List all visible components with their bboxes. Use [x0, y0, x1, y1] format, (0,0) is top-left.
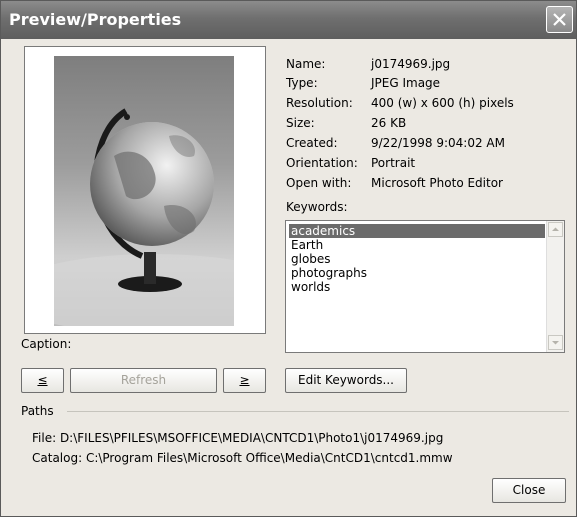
file-path: File: D:\FILES\PFILES\MSOFFICE\MEDIA\CNT… [32, 431, 444, 445]
previous-button[interactable]: ≤ [21, 368, 64, 393]
type-value: JPEG Image [371, 76, 441, 90]
next-button-label: ≥ [239, 373, 250, 387]
name-value: j0174969.jpg [371, 57, 451, 71]
orientation-value: Portrait [371, 156, 416, 170]
close-button[interactable]: Close [492, 478, 566, 503]
resolution-label: Resolution: [286, 96, 353, 110]
preview-image [54, 56, 234, 326]
caption-label: Caption: [21, 337, 72, 351]
title-bar: Preview/Properties [1, 1, 576, 39]
open-with-value: Microsoft Photo Editor [371, 176, 503, 190]
keywords-scrollbar[interactable] [546, 221, 564, 352]
paths-group-label: Paths [21, 404, 54, 418]
name-label: Name: [286, 57, 326, 71]
open-with-label: Open with: [286, 176, 352, 190]
next-button[interactable]: ≥ [223, 368, 266, 393]
resolution-value: 400 (w) x 600 (h) pixels [371, 96, 514, 110]
created-value: 9/22/1998 9:04:02 AM [371, 136, 505, 150]
keyword-item[interactable]: Earth [289, 238, 323, 252]
scroll-up-button[interactable] [548, 222, 563, 237]
scroll-up-arrow-icon [552, 227, 559, 231]
refresh-button[interactable]: Refresh [70, 368, 217, 393]
keyword-item[interactable]: globes [289, 252, 331, 266]
close-icon [553, 13, 566, 26]
scroll-down-button[interactable] [548, 335, 563, 350]
keywords-label: Keywords: [286, 200, 348, 214]
scroll-down-arrow-icon [552, 341, 559, 345]
keyword-item[interactable]: worlds [289, 280, 330, 294]
keywords-listbox[interactable]: academics Earth globes photographs world… [285, 220, 565, 353]
size-value: 26 KB [371, 116, 407, 130]
catalog-path: Catalog: C:\Program Files\Microsoft Offi… [32, 451, 453, 465]
edit-keywords-button[interactable]: Edit Keywords... [285, 368, 407, 393]
image-preview-frame [24, 46, 266, 334]
previous-button-label: ≤ [37, 373, 48, 387]
orientation-label: Orientation: [286, 156, 358, 170]
keyword-item[interactable]: photographs [289, 266, 367, 280]
window-title: Preview/Properties [9, 10, 182, 29]
close-window-button[interactable] [546, 6, 573, 33]
preview-properties-dialog: Preview/Properties Name: j0174969.jpg Ty… [0, 0, 577, 517]
created-label: Created: [286, 136, 338, 150]
size-label: Size: [286, 116, 315, 130]
type-label: Type: [286, 76, 318, 90]
paths-group-divider [67, 411, 569, 412]
keyword-item[interactable]: academics [289, 224, 545, 238]
